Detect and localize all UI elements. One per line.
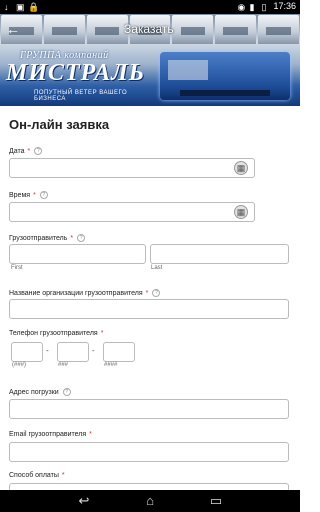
phone-line-input[interactable] [103, 342, 135, 362]
date-label-text: Дата [9, 147, 25, 155]
address-label: Адрес погрузки? [9, 388, 71, 396]
notification-icons: ↓ ▣ 🔒 [4, 2, 40, 12]
image-icon: ▣ [16, 2, 25, 12]
required-marker: * [27, 147, 31, 155]
download-icon: ↓ [4, 2, 9, 12]
required-marker: * [89, 431, 92, 438]
form-title: Он-лайн заявка [9, 117, 110, 132]
shipper-last-input[interactable] [150, 244, 289, 264]
phone-prefix-input[interactable] [57, 342, 89, 362]
company-logo: ГРУППА компаний МИСТРАЛЬ ПОПУТНЫЙ ВЕТЕР … [4, 48, 154, 102]
truck-illustration [160, 52, 290, 100]
date-input[interactable]: ▦ [9, 158, 255, 178]
form-container: Он-лайн заявка Дата *? ▦ Время *? ▦ Грузоо… [0, 106, 300, 490]
phone-line-sublabel: #### [104, 362, 118, 368]
signal-icon: ▮ [249, 1, 255, 12]
nav-bar: ← Заказать [0, 14, 300, 44]
address-input[interactable] [9, 399, 289, 419]
header-banner: ← Заказать ГРУППА компаний МИСТРАЛЬ ПОПУ… [0, 14, 300, 106]
status-bar: ↓ ▣ 🔒 ◉ ▮ ▯ 17:36 [0, 0, 300, 14]
email-input[interactable] [9, 442, 289, 462]
clock-icon[interactable]: ▦ [234, 205, 248, 219]
logo-tagline: ПОПУТНЫЙ ВЕТЕР ВАШЕГО БИЗНЕСА [34, 90, 128, 102]
org-input[interactable] [9, 299, 289, 319]
payment-select[interactable] [9, 483, 289, 490]
time-label: Время *? [9, 191, 48, 199]
logo-brand: МИСТРАЛЬ [6, 60, 145, 86]
phone-area-sublabel: (###) [12, 362, 27, 368]
system-icons: ◉ ▮ ▯ 17:36 [237, 1, 296, 12]
shipper-label: Грузоотправитель *? [9, 234, 86, 242]
help-icon[interactable]: ? [77, 234, 86, 242]
help-icon[interactable]: ? [39, 191, 48, 199]
required-marker: * [61, 472, 65, 479]
arrow-left-icon[interactable]: ← [6, 22, 20, 36]
required-marker: * [145, 289, 149, 297]
phone-label: Телефон грузоотправителя * [9, 330, 103, 337]
last-sublabel: Last [151, 265, 163, 271]
shipper-label-text: Грузоотправитель [9, 234, 68, 242]
address-label-text: Адрес погрузки [9, 388, 59, 396]
page-title: Заказать [124, 22, 174, 36]
email-label: Email грузоотправителя * [9, 431, 92, 438]
payment-label-text: Способ оплаты [9, 472, 59, 479]
help-icon[interactable]: ? [62, 388, 71, 396]
first-sublabel: First [11, 265, 23, 271]
help-icon[interactable]: ? [152, 289, 161, 297]
date-label: Дата *? [9, 147, 43, 155]
phone-prefix-sublabel: ### [58, 362, 69, 368]
required-marker: * [33, 191, 36, 199]
lock-icon: 🔒 [28, 2, 40, 12]
time-input[interactable]: ▦ [9, 202, 255, 222]
wifi-icon: ◉ [237, 1, 246, 12]
phone-separator: - [46, 346, 49, 355]
time-label-text: Время [9, 191, 31, 199]
required-marker: * [100, 330, 104, 337]
recent-apps-icon[interactable]: ▭ [208, 493, 224, 509]
calendar-icon[interactable]: ▦ [234, 161, 248, 175]
system-nav-bar: ↩ ⌂ ▭ [0, 490, 300, 512]
help-icon[interactable]: ? [34, 147, 43, 155]
phone-separator: - [92, 346, 95, 355]
phone-area-input[interactable] [11, 342, 43, 362]
phone-label-text: Телефон грузоотправителя [9, 330, 98, 337]
org-label-text: Название организации грузоотправителя [9, 289, 143, 297]
back-icon[interactable]: ↩ [76, 493, 92, 509]
home-icon[interactable]: ⌂ [142, 493, 158, 509]
org-label: Название организации грузоотправителя *? [9, 289, 161, 297]
required-marker: * [70, 234, 74, 242]
shipper-first-input[interactable] [9, 244, 146, 264]
email-label-text: Email грузоотправителя [9, 431, 87, 438]
payment-label: Способ оплаты * [9, 472, 65, 479]
status-time: 17:36 [273, 1, 296, 11]
battery-icon: ▯ [261, 1, 267, 12]
